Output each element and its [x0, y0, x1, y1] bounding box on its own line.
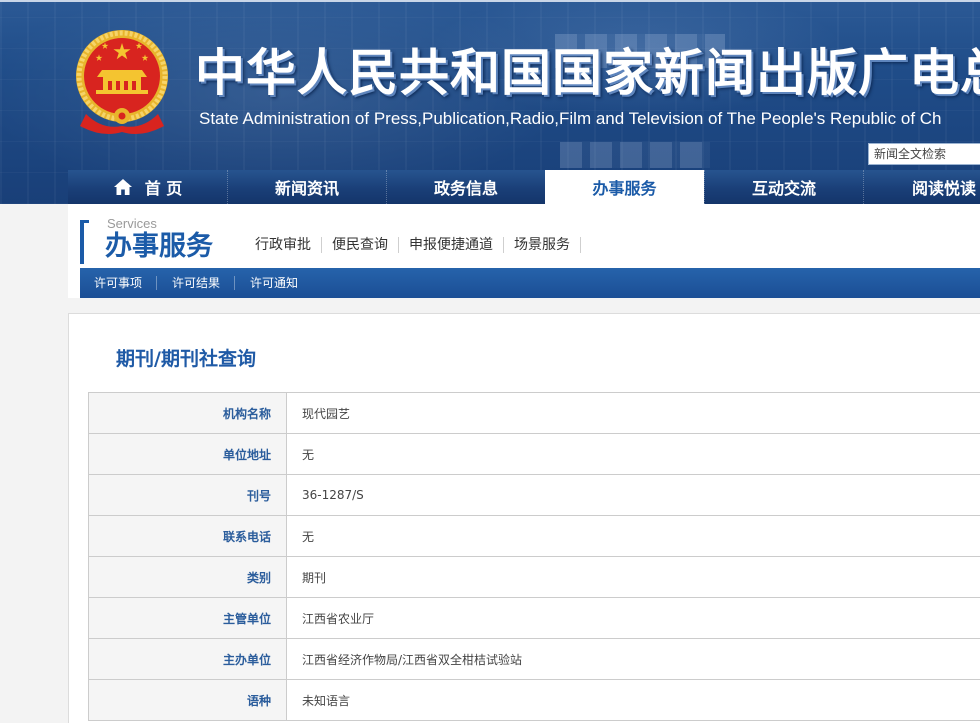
- section-link-filing-channel[interactable]: 申报便捷通道: [399, 237, 504, 253]
- nav-item-label: 政务信息: [433, 179, 498, 198]
- table-row: 单位地址 无: [88, 434, 980, 475]
- row-label: 联系电话: [88, 516, 287, 557]
- row-value: 未知语言: [287, 680, 980, 721]
- sub-nav-bar: 许可事项 许可结果 许可通知: [80, 268, 980, 298]
- row-label: 语种: [88, 680, 287, 721]
- nav-item-label: 办事服务: [592, 179, 657, 198]
- site-title: 中华人民共和国国家新闻出版广电总局: [195, 44, 980, 102]
- main-nav: 首 页 新闻资讯 政务信息 办事服务 互动交流 阅读悦读: [68, 170, 980, 204]
- national-emblem-icon[interactable]: [72, 26, 172, 138]
- nav-item-news[interactable]: 新闻资讯: [227, 170, 386, 204]
- table-row: 机构名称 现代园艺: [88, 393, 980, 434]
- table-row: 联系电话 无: [88, 516, 980, 557]
- page: 中华人民共和国国家新闻出版广电总局 State Administration o…: [0, 0, 980, 723]
- nav-item-reading[interactable]: 阅读悦读: [863, 170, 980, 204]
- page-title: 期刊/期刊社查询: [116, 348, 256, 370]
- row-label: 单位地址: [88, 434, 287, 475]
- row-label: 主管单位: [88, 598, 287, 639]
- section-title: 办事服务: [105, 231, 213, 262]
- banner-texture: [560, 142, 710, 168]
- nav-item-government-info[interactable]: 政务信息: [386, 170, 545, 204]
- table-row: 类别 期刊: [88, 557, 980, 598]
- section-marker: [80, 220, 89, 264]
- section-link-public-query[interactable]: 便民查询: [322, 237, 399, 253]
- row-value: 期刊: [287, 557, 980, 598]
- section-links: 行政审批 便民查询 申报便捷通道 场景服务: [255, 234, 581, 256]
- table-row: 语种 未知语言: [88, 680, 980, 721]
- content-panel: 期刊/期刊社查询 机构名称 现代园艺 单位地址 无 刊号 36-1287/S 联…: [68, 313, 980, 723]
- nav-item-interaction[interactable]: 互动交流: [704, 170, 863, 204]
- home-icon: [113, 179, 132, 195]
- sub-nav-item-permits[interactable]: 许可事项: [94, 276, 158, 290]
- nav-item-label: 首 页: [144, 179, 183, 198]
- row-value: 江西省经济作物局/江西省双全柑桔试验站: [287, 639, 980, 680]
- row-value: 无: [287, 516, 980, 557]
- row-label: 机构名称: [88, 393, 287, 434]
- row-label: 刊号: [88, 475, 287, 516]
- row-value: 无: [287, 434, 980, 475]
- sub-nav-item-notices[interactable]: 许可通知: [235, 276, 313, 290]
- row-value: 现代园艺: [287, 393, 980, 434]
- section-link-scenario-services[interactable]: 场景服务: [504, 237, 581, 253]
- row-label: 主办单位: [88, 639, 287, 680]
- table-row: 主管单位 江西省农业厅: [88, 598, 980, 639]
- section-header: Services 办事服务 行政审批 便民查询 申报便捷通道 场景服务 许可事项…: [68, 204, 980, 298]
- nav-item-services[interactable]: 办事服务: [545, 170, 704, 204]
- row-value: 江西省农业厅: [287, 598, 980, 639]
- section-link-admin-approval[interactable]: 行政审批: [255, 237, 322, 253]
- sub-nav-item-results[interactable]: 许可结果: [157, 276, 236, 290]
- row-label: 类别: [88, 557, 287, 598]
- table-row: 主办单位 江西省经济作物局/江西省双全柑桔试验站: [88, 639, 980, 680]
- table-row: 刊号 36-1287/S: [88, 475, 980, 516]
- search-input[interactable]: [868, 143, 980, 165]
- row-value: 36-1287/S: [287, 475, 980, 516]
- nav-item-label: 新闻资讯: [274, 179, 339, 198]
- site-subtitle: State Administration of Press,Publicatio…: [199, 109, 942, 128]
- info-table: 机构名称 现代园艺 单位地址 无 刊号 36-1287/S 联系电话 无 类别: [88, 392, 980, 721]
- nav-item-home[interactable]: 首 页: [68, 170, 227, 204]
- nav-item-label: 阅读悦读: [912, 179, 977, 198]
- nav-item-label: 互动交流: [751, 179, 816, 198]
